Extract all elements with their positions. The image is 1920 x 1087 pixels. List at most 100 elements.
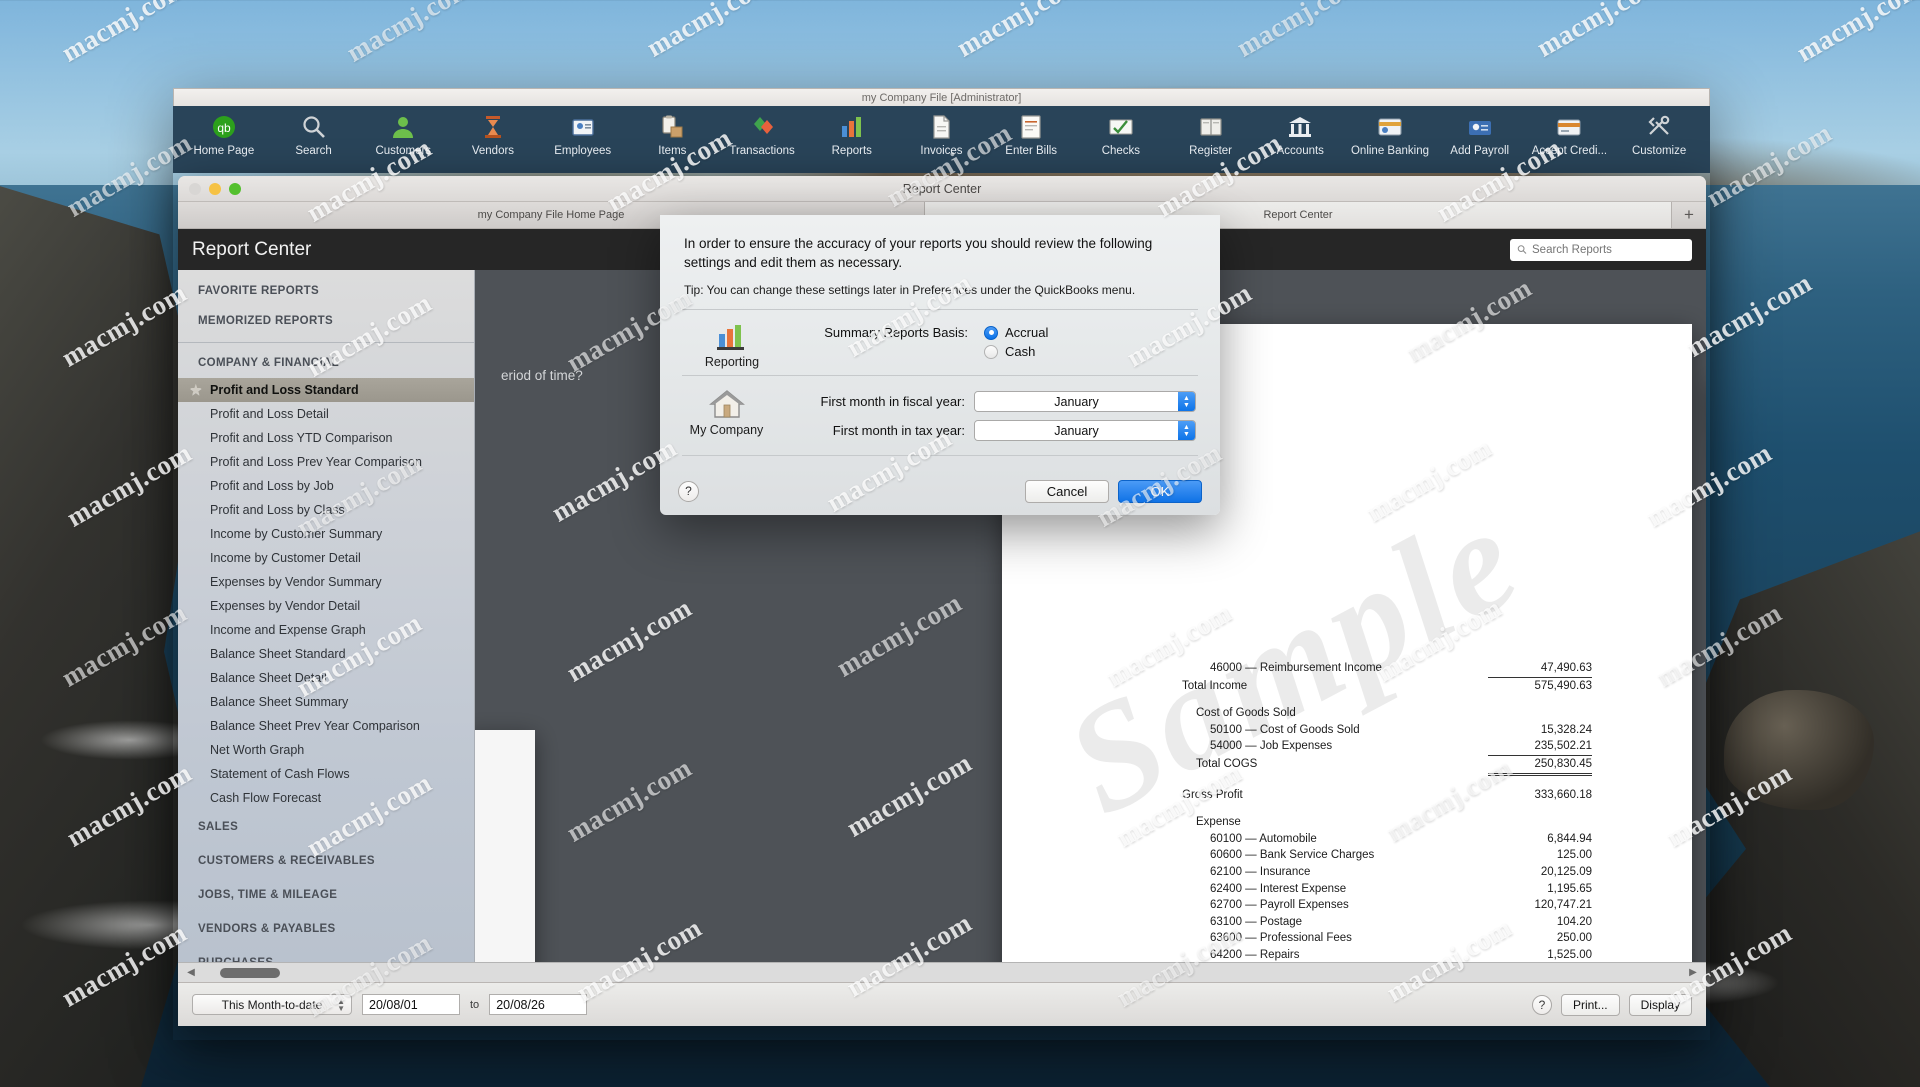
report-row-label: 60100 — Automobile <box>1210 832 1317 845</box>
tax-year-row: First month in tax year: January ▲ ▼ <box>769 420 1196 441</box>
toolbar-item-customers[interactable]: Customers <box>358 112 448 157</box>
sidebar-group-favorite-reports[interactable]: FAVORITE REPORTS <box>178 276 474 306</box>
sidebar-group-purchases[interactable]: PURCHASES <box>178 946 474 962</box>
toolbar-item-reports[interactable]: Reports <box>807 112 897 157</box>
ok-button[interactable]: OK <box>1118 479 1202 503</box>
toolbar-item-label: Vendors <box>471 145 515 157</box>
sidebar-item-expenses-by-vendor-summary[interactable]: Expenses by Vendor Summary <box>178 570 474 594</box>
cancel-button[interactable]: Cancel <box>1025 479 1109 503</box>
my-company-label: My Company <box>689 423 764 437</box>
scroll-right-icon[interactable]: ▶ <box>1684 967 1702 978</box>
sidebar-item-expenses-by-vendor-detail[interactable]: Expenses by Vendor Detail <box>178 594 474 618</box>
sidebar-item-income-by-customer-detail[interactable]: Income by Customer Detail <box>178 546 474 570</box>
report-row: 46000 — Reimbursement Income 47,490.63 <box>1182 660 1592 678</box>
sheet-help-button[interactable]: ? <box>678 480 699 502</box>
star-icon[interactable]: ★ <box>190 382 202 398</box>
sidebar-item-label: Profit and Loss YTD Comparison <box>210 431 393 445</box>
sidebar-item-balance-sheet-prev-year-comparison[interactable]: Balance Sheet Prev Year Comparison <box>178 714 474 738</box>
book-icon <box>1194 112 1228 142</box>
report-row-value: 1,195.65 <box>1547 882 1592 895</box>
scroll-thumb[interactable] <box>220 967 280 978</box>
date-range-select[interactable]: This Month-to-date ▲ ▼ <box>192 994 352 1015</box>
toolbar-item-accept-credi[interactable]: Accept Credi... <box>1525 112 1615 157</box>
sidebar-group-jobs-time-mileage[interactable]: JOBS, TIME & MILEAGE <box>178 878 474 912</box>
accrual-radio[interactable] <box>984 325 998 340</box>
chevron-updown-icon[interactable]: ▲ ▼ <box>1178 421 1195 440</box>
toolbar-item-home-page[interactable]: qb Home Page <box>179 112 269 157</box>
display-button[interactable]: Display <box>1628 993 1692 1016</box>
accrual-radio-row[interactable]: Summary Reports Basis: Accrual <box>780 325 1196 340</box>
toolbar-item-add-payroll[interactable]: Add Payroll <box>1435 112 1525 157</box>
sidebar-item-profit-and-loss-standard[interactable]: ★ Profit and Loss Standard <box>178 378 474 402</box>
page-title: Report Center <box>192 238 312 260</box>
report-row: 60100 — Automobile 6,844.94 <box>1182 831 1592 848</box>
search-input[interactable] <box>1532 243 1685 256</box>
reporting-section: Reporting Summary Reports Basis: Accrual… <box>660 310 1220 375</box>
toolbar-item-register[interactable]: Register <box>1166 112 1256 157</box>
search-reports-field[interactable] <box>1510 238 1692 261</box>
sidebar-item-income-by-customer-summary[interactable]: Income by Customer Summary <box>178 522 474 546</box>
print-button[interactable]: Print... <box>1560 993 1620 1016</box>
sidebar-group-sales[interactable]: SALES <box>178 810 474 844</box>
app-toolbar[interactable]: qb Home Page Search Customers Vendors Em… <box>173 106 1710 173</box>
bank-icon <box>1289 117 1312 137</box>
toolbar-item-items[interactable]: Items <box>628 112 718 157</box>
toolbar-item-search[interactable]: Search <box>269 112 359 157</box>
sidebar-item-balance-sheet-detail[interactable]: Balance Sheet Detail <box>178 666 474 690</box>
tax-year-select[interactable]: January ▲ ▼ <box>974 420 1196 441</box>
fiscal-year-select[interactable]: January ▲ ▼ <box>974 391 1196 412</box>
sidebar-group-memorized-reports[interactable]: MEMORIZED REPORTS <box>178 306 474 336</box>
sheet-buttons: Cancel OK <box>1025 479 1202 503</box>
sidebar-item-profit-and-loss-by-class[interactable]: Profit and Loss by Class <box>178 498 474 522</box>
toolbar-item-customize[interactable]: Customize <box>1614 112 1704 157</box>
toolbar-item-label: Enter Bills <box>1005 145 1058 157</box>
toolbar-item-invoices[interactable]: Invoices <box>897 112 987 157</box>
report-sidebar[interactable]: FAVORITE REPORTS MEMORIZED REPORTS COMPANY… <box>178 270 475 962</box>
toolbar-item-accounts[interactable]: Accounts <box>1255 112 1345 157</box>
to-date-input[interactable]: 20/08/26 <box>489 994 588 1015</box>
report-row-label: Gross Profit <box>1182 788 1243 801</box>
sidebar-group-company-financial[interactable]: COMPANY & FINANCIAL <box>178 343 474 378</box>
sidebar-item-profit-and-loss-detail[interactable]: Profit and Loss Detail <box>178 402 474 426</box>
sidebar-item-label: Net Worth Graph <box>210 743 305 757</box>
sidebar-item-balance-sheet-summary[interactable]: Balance Sheet Summary <box>178 690 474 714</box>
sidebar-item-label: Balance Sheet Prev Year Comparison <box>210 719 420 733</box>
from-date-input[interactable]: 20/08/01 <box>362 994 460 1015</box>
id-badge-icon <box>571 119 594 136</box>
sidebar-item-net-worth-graph[interactable]: Net Worth Graph <box>178 738 474 762</box>
report-window-titlebar[interactable]: Report Center <box>178 176 1706 202</box>
chevron-updown-icon[interactable]: ▲ ▼ <box>1178 392 1195 411</box>
help-button[interactable]: ? <box>1531 994 1552 1015</box>
toolbar-item-vendors[interactable]: Vendors <box>448 112 538 157</box>
sidebar-item-profit-and-loss-ytd-comparison[interactable]: Profit and Loss YTD Comparison <box>178 426 474 450</box>
sidebar-item-statement-of-cash-flows[interactable]: Statement of Cash Flows <box>178 762 474 786</box>
sidebar-item-balance-sheet-standard[interactable]: Balance Sheet Standard <box>178 642 474 666</box>
tertiary-report-preview[interactable] <box>475 730 535 962</box>
report-row: Total COGS 250,830.45 <box>1182 756 1592 776</box>
from-date-value: 20/08/01 <box>369 997 418 1012</box>
sidebar-item-income-and-expense-graph[interactable]: Income and Expense Graph <box>178 618 474 642</box>
toolbar-item-transactions[interactable]: Transactions <box>717 112 807 157</box>
toolbar-item-checks[interactable]: Checks <box>1076 112 1166 157</box>
cash-radio[interactable] <box>984 344 998 359</box>
toolbar-item-label: Home Page <box>193 145 255 157</box>
report-row-value: 250.00 <box>1556 932 1592 945</box>
cash-radio-row[interactable]: Cash <box>780 344 1196 359</box>
new-tab-button[interactable]: + <box>1672 202 1706 228</box>
sidebar-group-vendors-payables[interactable]: VENDORS & PAYABLES <box>178 912 474 946</box>
payroll-person-icon <box>1463 112 1497 142</box>
sidebar-item-cash-flow-forecast[interactable]: Cash Flow Forecast <box>178 786 474 810</box>
sidebar-item-profit-and-loss-prev-year-comparison[interactable]: Profit and Loss Prev Year Comparison <box>178 450 474 474</box>
summary-basis-label: Summary Reports Basis: <box>824 325 968 340</box>
toolbar-item-enter-bills[interactable]: Enter Bills <box>986 112 1076 157</box>
bar-chart-icon <box>841 117 861 137</box>
sidebar-group-customers-receivables[interactable]: CUSTOMERS & RECEIVABLES <box>178 844 474 878</box>
sidebar-item-label: Profit and Loss by Job <box>210 479 334 493</box>
toolbar-item-employees[interactable]: Employees <box>538 112 628 157</box>
toolbar-item-online-banking[interactable]: Online Banking <box>1345 112 1435 157</box>
horizontal-scrollbar[interactable]: ◀ ▶ <box>178 962 1706 982</box>
report-row-label: 64200 — Repairs <box>1210 948 1300 961</box>
scroll-track[interactable] <box>204 967 1680 979</box>
scroll-left-icon[interactable]: ◀ <box>182 967 200 978</box>
sidebar-item-profit-and-loss-by-job[interactable]: Profit and Loss by Job <box>178 474 474 498</box>
